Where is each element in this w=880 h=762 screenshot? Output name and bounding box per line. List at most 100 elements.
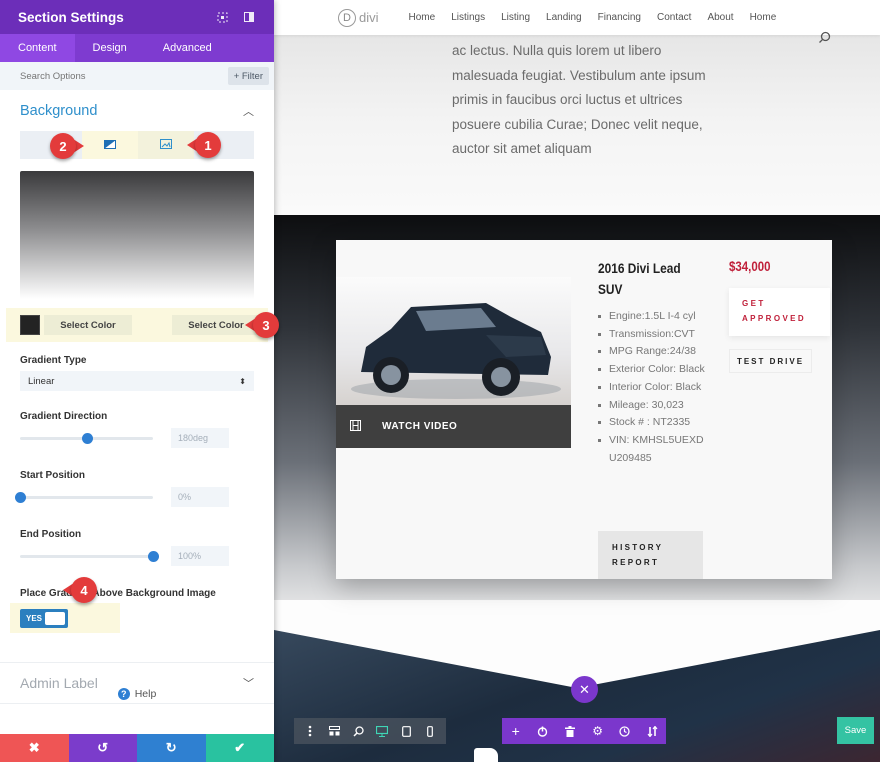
save-page-button[interactable]: Save: [837, 717, 874, 744]
help-link[interactable]: ? Help: [0, 688, 274, 700]
menu-dots-icon[interactable]: [301, 722, 319, 740]
annotation-marker-2: 2: [50, 133, 84, 159]
save-settings-button[interactable]: ✔: [205, 734, 274, 762]
main-nav: Home Listings Listing Landing Financing …: [409, 12, 793, 23]
divider: [0, 703, 274, 704]
add-icon[interactable]: +: [507, 722, 525, 740]
undo-button[interactable]: ↺: [68, 734, 137, 762]
zoom-icon[interactable]: [349, 722, 367, 740]
suv-illustration: [351, 303, 561, 399]
nav-item-listing[interactable]: Listing: [501, 12, 530, 23]
spec-item: Engine:1.5L I-4 cyl: [598, 308, 708, 326]
gradient-above-label: Place Gradient Above Background Image: [20, 588, 216, 599]
spec-list: Engine:1.5L I-4 cyl Transmission:CVT MPG…: [598, 308, 708, 467]
gradient-color-stops: Select Color Select Color: [6, 308, 268, 342]
phone-icon[interactable]: [421, 722, 439, 740]
start-position-control: 0%: [15, 487, 254, 507]
select-arrows-icon: ⬍: [239, 376, 246, 386]
watch-video-button[interactable]: WATCH VIDEO: [336, 405, 571, 448]
logo-text: divi: [359, 10, 379, 25]
spec-item: VIN: KMHSL5UEXDU209485: [598, 432, 708, 467]
nav-item-contact[interactable]: Contact: [657, 12, 691, 23]
filter-button[interactable]: + Filter: [227, 67, 269, 85]
wireframe-icon[interactable]: [325, 722, 343, 740]
gradient-options: Gradient Type Linear ⬍ Gradient Directio…: [0, 355, 274, 633]
slider-handle[interactable]: [81, 432, 93, 444]
site-logo[interactable]: D divi: [338, 8, 379, 27]
gradient-direction-slider[interactable]: [20, 432, 153, 444]
gradient-direction-value[interactable]: 180deg: [171, 428, 229, 448]
search-icon[interactable]: [818, 31, 831, 49]
gradient-above-toggle[interactable]: YES: [20, 608, 68, 628]
desktop-icon[interactable]: [373, 722, 391, 740]
tab-content[interactable]: Content: [0, 34, 75, 62]
history-icon[interactable]: [616, 722, 634, 740]
annotation-marker-4: 4: [63, 577, 97, 603]
start-color-swatch[interactable]: [20, 315, 40, 335]
power-icon[interactable]: [534, 722, 552, 740]
tablet-icon[interactable]: [397, 722, 415, 740]
end-position-control: 100%: [20, 546, 254, 566]
tab-design[interactable]: Design: [75, 34, 145, 62]
hero-section: ac lectus. Nulla quis lorem ut libero ma…: [274, 35, 880, 215]
nav-item-landing[interactable]: Landing: [546, 12, 582, 23]
annotation-marker-3: 3: [245, 312, 279, 338]
gradient-type-select[interactable]: Linear ⬍: [20, 371, 254, 391]
heading-fragment: [474, 748, 498, 762]
page-preview: D divi Home Listings Listing Landing Fin…: [274, 0, 880, 762]
hero-text: ac lectus. Nulla quis lorem ut libero ma…: [452, 43, 706, 157]
gradient-icon: [104, 136, 116, 154]
background-section: Background ︿: [0, 91, 274, 299]
gradient-tab[interactable]: [82, 131, 138, 159]
gradient-type-value: Linear: [28, 375, 55, 387]
end-position-slider[interactable]: [20, 550, 159, 562]
sidebar-toggle-icon[interactable]: [242, 10, 256, 24]
tab-advanced[interactable]: Advanced: [145, 34, 230, 62]
sort-icon[interactable]: [643, 722, 661, 740]
start-position-slider[interactable]: [15, 491, 153, 503]
redo-button[interactable]: ↻: [137, 734, 206, 762]
gradient-direction-label: Gradient Direction: [20, 411, 108, 422]
close-icon: ✖: [28, 740, 40, 755]
end-position-label: End Position: [20, 529, 82, 540]
section-actions-toolbar: + ⚙: [502, 718, 666, 744]
start-color-button[interactable]: Select Color: [44, 315, 132, 335]
car-image: [336, 277, 571, 405]
test-drive-button[interactable]: TEST DRIVE: [729, 349, 812, 373]
get-approved-button[interactable]: GET APPROVED: [729, 288, 830, 336]
background-label: Background: [20, 103, 98, 119]
nav-item-financing[interactable]: Financing: [598, 12, 641, 23]
nav-item-home[interactable]: Home: [409, 12, 436, 23]
start-position-value[interactable]: 0%: [171, 487, 229, 507]
toggle-yes-label: YES: [26, 613, 43, 623]
search-options-input[interactable]: [20, 70, 228, 82]
toggle-knob: [45, 611, 65, 625]
spec-item: MPG Range:24/38: [598, 343, 708, 361]
trash-icon[interactable]: [561, 722, 579, 740]
slider-handle[interactable]: [148, 550, 159, 562]
discard-button[interactable]: ✖: [0, 734, 69, 762]
start-position-label: Start Position: [20, 470, 86, 481]
nav-item-home-2[interactable]: Home: [750, 12, 777, 23]
section-settings-panel: Section Settings Content Design Advanced…: [0, 0, 274, 762]
film-icon: [350, 418, 361, 436]
gear-icon[interactable]: ⚙: [589, 722, 607, 740]
spec-item: Stock # : NT2335: [598, 414, 708, 432]
expand-icon[interactable]: [215, 10, 229, 24]
logo-mark: D: [338, 8, 356, 27]
background-toggle[interactable]: Background ︿: [20, 91, 254, 131]
watch-video-label: WATCH VIDEO: [382, 421, 458, 432]
annotation-marker-1: 1: [187, 132, 221, 158]
image-icon: [160, 136, 172, 154]
nav-item-about[interactable]: About: [707, 12, 733, 23]
history-report-button[interactable]: HISTORY REPORT: [598, 531, 703, 579]
slider-handle[interactable]: [15, 491, 26, 503]
end-position-value[interactable]: 100%: [171, 546, 229, 566]
nav-item-listings[interactable]: Listings: [451, 12, 485, 23]
image-tab[interactable]: [138, 131, 194, 159]
close-section-button[interactable]: ✕: [571, 676, 598, 703]
redo-icon: ↻: [165, 740, 177, 755]
builder-view-toolbar: [294, 718, 446, 744]
gradient-preview: [20, 171, 254, 299]
gradient-above-highlight: YES: [10, 603, 120, 633]
